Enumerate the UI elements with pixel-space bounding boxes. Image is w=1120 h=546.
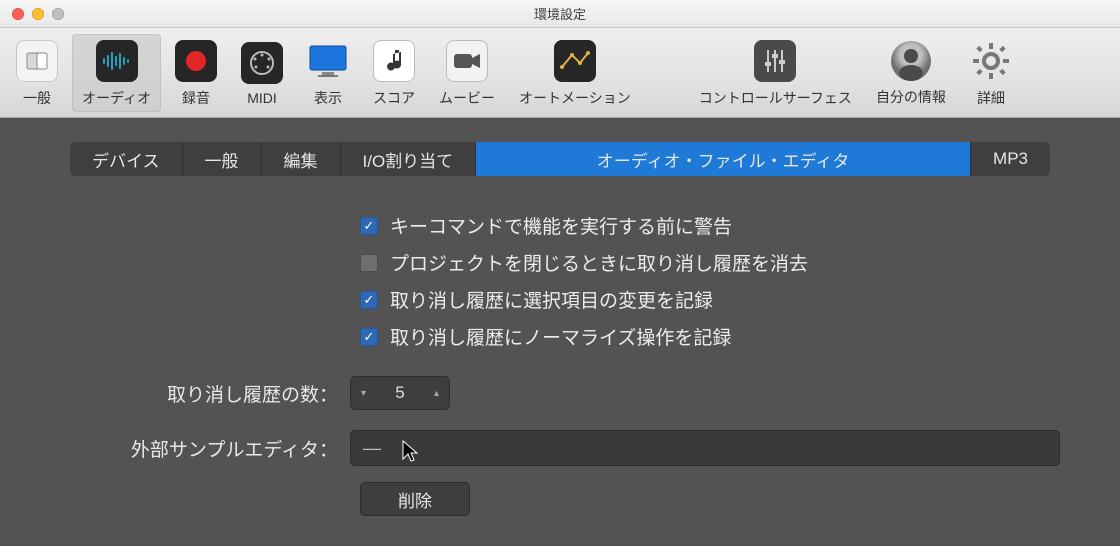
midi-port-icon	[241, 42, 283, 84]
tab-editing[interactable]: 編集	[262, 142, 341, 176]
external-editor-value: —	[363, 438, 381, 459]
external-editor-field[interactable]: —	[350, 430, 1060, 466]
titlebar: 環境設定	[0, 0, 1120, 28]
toolbar-label: ムービー	[439, 88, 495, 108]
toolbar-label: MIDI	[247, 90, 277, 106]
toolbar-item-my-info[interactable]: 自分の情報	[866, 35, 956, 111]
toolbar-label: 自分の情報	[876, 87, 946, 107]
toolbar-item-midi[interactable]: MIDI	[231, 36, 293, 110]
toolbar-item-score[interactable]: スコア	[363, 34, 425, 112]
checkbox-record-normalize-undo[interactable]: ✓ 取り消し履歴にノーマライズ操作を記録	[360, 323, 1060, 350]
chevron-down-icon[interactable]: ▾	[361, 388, 366, 399]
display-icon	[307, 40, 349, 82]
check-mark-icon: ✓	[364, 330, 375, 343]
toolbar-item-automation[interactable]: オートメーション	[509, 34, 641, 112]
checkbox-label: プロジェクトを閉じるときに取り消し履歴を消去	[390, 249, 808, 276]
chevron-up-icon[interactable]: ▴	[434, 388, 439, 399]
form-area: ✓ キーコマンドで機能を実行する前に警告 プロジェクトを閉じるときに取り消し履歴…	[60, 212, 1060, 516]
undo-steps-stepper[interactable]: ▾ 5 ▴	[350, 376, 450, 410]
toolbar-label: スコア	[373, 88, 415, 108]
toolbar-item-record[interactable]: 録音	[165, 34, 227, 112]
external-editor-label: 外部サンプルエディタ：	[60, 435, 350, 462]
record-icon	[175, 40, 217, 82]
checkbox-label: 取り消し履歴に選択項目の変更を記録	[390, 286, 713, 313]
undo-steps-value: 5	[359, 383, 441, 403]
waveform-icon	[96, 40, 138, 82]
checkbox-icon: ✓	[360, 291, 378, 309]
toolbar-item-audio[interactable]: オーディオ	[72, 34, 161, 112]
cursor-icon	[401, 439, 419, 463]
toolbar-label: コントロールサーフェス	[699, 88, 852, 108]
toolbar-item-control-surfaces[interactable]: コントロールサーフェス	[689, 34, 862, 112]
toolbar-item-movie[interactable]: ムービー	[429, 34, 505, 112]
delete-button[interactable]: 削除	[360, 482, 470, 516]
switch-icon	[16, 40, 58, 82]
toolbar-item-advanced[interactable]: 詳細	[960, 34, 1022, 112]
toolbar-item-general[interactable]: 一般	[6, 34, 68, 112]
delete-button-row: 削除	[360, 482, 1060, 516]
check-mark-icon: ✓	[364, 219, 375, 232]
camera-icon	[446, 40, 488, 82]
music-note-icon	[373, 40, 415, 82]
tab-devices[interactable]: デバイス	[70, 142, 183, 176]
toolbar-label: オートメーション	[519, 88, 631, 108]
tab-mp3[interactable]: MP3	[971, 142, 1050, 176]
checkbox-icon	[360, 254, 378, 272]
faders-icon	[754, 40, 796, 82]
checkbox-label: 取り消し履歴にノーマライズ操作を記録	[390, 323, 731, 350]
preferences-body: デバイス 一般 編集 I/O割り当て オーディオ・ファイル・エディタ MP3 ✓…	[0, 118, 1120, 546]
toolbar-label: 表示	[314, 88, 342, 108]
toolbar-label: オーディオ	[82, 88, 151, 108]
toolbar-item-display[interactable]: 表示	[297, 34, 359, 112]
undo-steps-label: 取り消し履歴の数：	[60, 380, 350, 407]
tab-io-assignments[interactable]: I/O割り当て	[341, 142, 477, 176]
tab-general[interactable]: 一般	[183, 142, 262, 176]
undo-steps-row: 取り消し履歴の数： ▾ 5 ▴	[60, 376, 1060, 410]
tab-audio-file-editor[interactable]: オーディオ・ファイル・エディタ	[476, 142, 971, 176]
window-title: 環境設定	[0, 4, 1120, 23]
checkbox-warn-before-key-command[interactable]: ✓ キーコマンドで機能を実行する前に警告	[360, 212, 1060, 239]
toolbar-label: 一般	[23, 88, 51, 108]
avatar-icon	[891, 41, 931, 81]
audio-pref-tabs: デバイス 一般 編集 I/O割り当て オーディオ・ファイル・エディタ MP3	[70, 142, 1050, 176]
external-editor-row: 外部サンプルエディタ： —	[60, 430, 1060, 466]
checkbox-label: キーコマンドで機能を実行する前に警告	[390, 212, 732, 239]
preferences-toolbar: 一般 オーディオ 録音 MIDI 表示 スコア ムービー	[0, 28, 1120, 118]
toolbar-label: 詳細	[977, 88, 1005, 108]
checkbox-icon: ✓	[360, 217, 378, 235]
checkbox-icon: ✓	[360, 328, 378, 346]
checkbox-record-selection-undo[interactable]: ✓ 取り消し履歴に選択項目の変更を記録	[360, 286, 1060, 313]
check-mark-icon: ✓	[364, 293, 375, 306]
toolbar-label: 録音	[182, 88, 210, 108]
automation-icon	[554, 40, 596, 82]
checkbox-clear-undo-on-close[interactable]: プロジェクトを閉じるときに取り消し履歴を消去	[360, 249, 1060, 276]
gear-icon	[970, 40, 1012, 82]
